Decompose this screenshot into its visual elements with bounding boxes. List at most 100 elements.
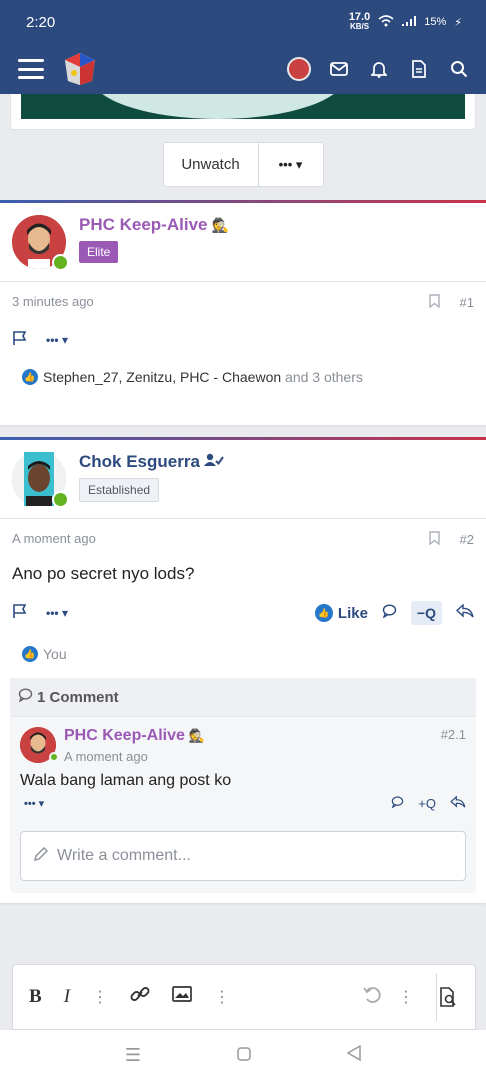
- quote-button[interactable]: +Q: [418, 796, 436, 811]
- recents-menu-icon[interactable]: ☰: [125, 1045, 141, 1066]
- comment-body: Wala bang laman ang post ko: [20, 772, 232, 789]
- charging-icon: ⚡: [454, 16, 462, 29]
- like-button[interactable]: 👍 Like: [314, 604, 368, 622]
- image-icon[interactable]: [172, 986, 192, 1008]
- network-speed: 17.0 KB/S: [349, 12, 370, 32]
- reply-icon[interactable]: [455, 603, 474, 622]
- online-indicator: [52, 254, 69, 271]
- user-title-badge: Established: [79, 478, 160, 502]
- battery-level: 15%: [424, 16, 447, 28]
- comment-icon[interactable]: [382, 604, 397, 622]
- banner-card: [10, 94, 476, 130]
- more-insert-options-icon[interactable]: ⋮: [214, 987, 230, 1007]
- post-header: Chok Esguerra Established: [0, 440, 486, 519]
- comments-count: 1 Comment: [37, 688, 119, 706]
- site-logo[interactable]: [62, 51, 98, 87]
- thread-content: Unwatch ••• ▾ PHC Keep-Alive 🕵 Elite 3 m…: [0, 94, 486, 903]
- user-title-badge: Elite: [79, 241, 119, 263]
- chevron-down-icon: ▾: [295, 156, 303, 172]
- post-action-buttons: 👍 Like −Q: [314, 601, 474, 625]
- user-avatar[interactable]: [286, 56, 312, 82]
- comment-more-button[interactable]: ••• ▾: [24, 797, 44, 810]
- post-number[interactable]: #2: [460, 532, 474, 547]
- post: PHC Keep-Alive 🕵 Elite 3 minutes ago #1 …: [0, 200, 486, 425]
- more-text-options-icon[interactable]: ⋮: [92, 987, 108, 1007]
- post-more-button[interactable]: ••• ▾: [46, 606, 68, 620]
- post-time[interactable]: 3 minutes ago: [12, 294, 94, 311]
- banner-image: [21, 94, 465, 119]
- post-more-button[interactable]: ••• ▾: [46, 333, 68, 347]
- signal-icon: [402, 15, 417, 29]
- reactions-bar[interactable]: 👍 Stephen_27, Zenitzu, PHC - Chaewon and…: [0, 357, 486, 397]
- mail-icon[interactable]: [326, 56, 352, 82]
- write-comment-input[interactable]: Write a comment...: [20, 831, 466, 881]
- speed-unit: KB/S: [349, 22, 370, 31]
- like-icon: 👍: [22, 646, 38, 662]
- reaction-users[interactable]: You: [43, 646, 67, 662]
- reaction-users[interactable]: Stephen_27, Zenitzu, PHC - Chaewon: [43, 369, 281, 385]
- comments-header: 1 Comment: [10, 678, 476, 717]
- username[interactable]: Chok Esguerra: [79, 452, 224, 472]
- italic-button[interactable]: I: [64, 986, 70, 1008]
- more-dots: •••: [278, 157, 293, 172]
- avatar[interactable]: [12, 452, 69, 508]
- thread-more-button[interactable]: ••• ▾: [259, 143, 323, 186]
- report-flag-icon[interactable]: [12, 603, 28, 624]
- bell-icon[interactable]: [366, 56, 392, 82]
- comment-item: PHC Keep-Alive 🕵 A moment ago #2.1 Wala …: [10, 717, 476, 821]
- comment-icon[interactable]: [391, 796, 404, 811]
- reply-icon[interactable]: [450, 795, 466, 811]
- system-navigation-bar: ☰: [0, 1030, 486, 1080]
- status-time: 2:20: [26, 13, 56, 31]
- comment-username[interactable]: PHC Keep-Alive 🕵: [64, 727, 441, 745]
- comment-time[interactable]: A moment ago: [64, 749, 441, 764]
- comment-action-buttons: +Q: [391, 795, 466, 811]
- status-right: 17.0 KB/S 15% ⚡: [349, 12, 462, 32]
- app-header: [0, 44, 486, 94]
- post-number[interactable]: #1: [460, 295, 474, 310]
- incognito-icon: 🕵: [211, 216, 229, 233]
- post: Chok Esguerra Established A moment ago #…: [0, 437, 486, 903]
- like-icon: 👍: [22, 369, 38, 385]
- like-icon: 👍: [314, 604, 333, 622]
- watch-button-group: Unwatch ••• ▾: [162, 142, 324, 187]
- username-text: Chok Esguerra: [79, 452, 200, 471]
- back-icon[interactable]: [346, 1044, 361, 1066]
- search-icon[interactable]: [446, 56, 472, 82]
- bold-button[interactable]: B: [29, 986, 42, 1008]
- online-indicator: [52, 491, 69, 508]
- username-text: PHC Keep-Alive: [64, 727, 185, 744]
- avatar[interactable]: [20, 727, 59, 763]
- post-meta: 3 minutes ago #1: [0, 282, 486, 323]
- preview-button[interactable]: [436, 973, 459, 1021]
- post-actions: ••• ▾: [0, 323, 486, 357]
- comment-actions: ••• ▾ +Q: [20, 795, 466, 811]
- document-icon[interactable]: [406, 56, 432, 82]
- user-info: PHC Keep-Alive 🕵 Elite: [79, 215, 229, 269]
- bookmark-icon[interactable]: [428, 294, 440, 311]
- more-editor-options-icon[interactable]: ⋮: [398, 987, 414, 1007]
- multi-quote-button[interactable]: −Q: [410, 601, 442, 625]
- reaction-others[interactable]: and 3 others: [285, 369, 363, 385]
- post-actions: ••• ▾ 👍 Like −Q: [0, 596, 486, 630]
- wifi-icon: [378, 14, 394, 30]
- unwatch-button[interactable]: Unwatch: [164, 143, 259, 186]
- write-comment-placeholder: Write a comment...: [57, 847, 191, 864]
- comment-number[interactable]: #2.1: [441, 727, 466, 742]
- username[interactable]: PHC Keep-Alive 🕵: [79, 215, 229, 235]
- home-icon[interactable]: [237, 1045, 251, 1066]
- avatar[interactable]: [12, 215, 69, 271]
- like-label: Like: [337, 604, 368, 622]
- bookmark-icon[interactable]: [428, 531, 440, 548]
- undo-icon[interactable]: [362, 984, 382, 1010]
- report-flag-icon[interactable]: [12, 330, 28, 351]
- menu-icon[interactable]: [18, 59, 44, 79]
- post-time[interactable]: A moment ago: [12, 531, 96, 548]
- watch-controls: Unwatch ••• ▾: [0, 142, 486, 187]
- link-icon[interactable]: [130, 984, 150, 1010]
- post-body: Ano po secret nyo lods?: [12, 564, 195, 583]
- online-indicator: [49, 752, 59, 762]
- reactions-bar[interactable]: 👍 You: [0, 630, 486, 672]
- post-header: PHC Keep-Alive 🕵 Elite: [0, 203, 486, 282]
- comment-header: PHC Keep-Alive 🕵 A moment ago #2.1: [20, 727, 466, 764]
